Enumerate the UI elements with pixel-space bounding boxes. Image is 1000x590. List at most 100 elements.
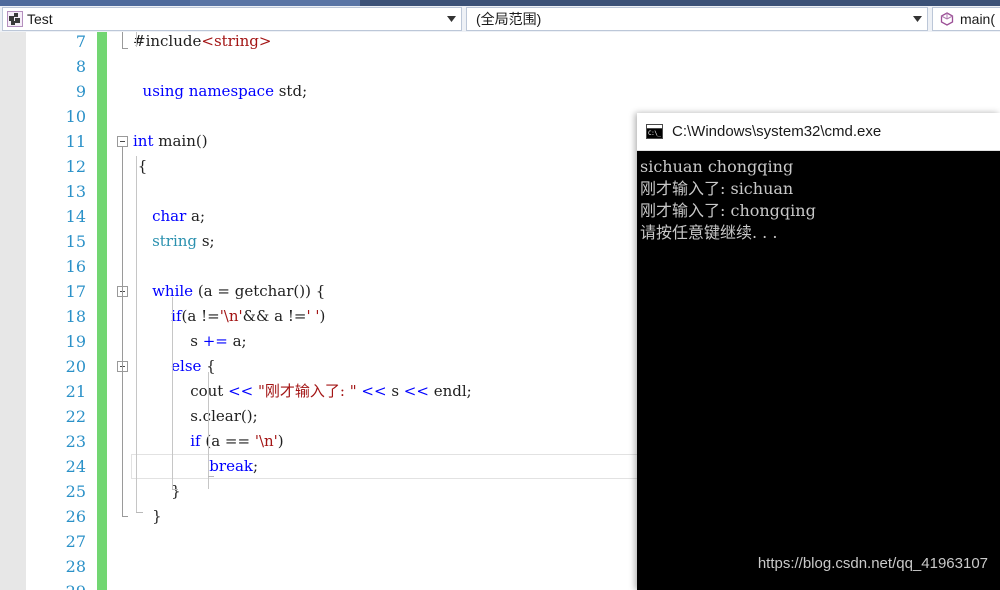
code-line[interactable]: using namespace std; [133, 79, 308, 104]
code-token: ) [277, 432, 284, 450]
line-number: 18 [65, 307, 86, 326]
line-number: 10 [65, 107, 86, 126]
code-token: } [133, 507, 162, 525]
line-number: 15 [65, 232, 86, 251]
line-number: 7 [75, 32, 86, 51]
code-token: std; [273, 82, 308, 100]
code-token: #include [133, 32, 202, 50]
code-token: s [133, 332, 203, 350]
outlining-margin[interactable] [115, 32, 133, 590]
indent-guide [208, 372, 209, 489]
vs-editor-screenshot: Test (全局范围) main( 7 8 9 10 11 12 13 14 15 16 17 18 1… [0, 0, 1000, 590]
code-line[interactable]: } [133, 504, 162, 529]
code-line[interactable]: } [133, 479, 181, 504]
editor-navigation-bar: Test (全局范围) main( [0, 6, 1000, 32]
line-number: 22 [65, 407, 86, 426]
code-line[interactable]: break; [133, 454, 258, 479]
line-number: 9 [75, 82, 86, 101]
code-line[interactable]: char a; [133, 204, 205, 229]
code-line[interactable]: else { [133, 354, 216, 379]
line-number: 17 [65, 282, 86, 301]
code-token: a; [186, 207, 206, 225]
line-number: 20 [65, 357, 86, 376]
include-region-guide [136, 32, 137, 47]
code-token: && a != [242, 307, 307, 325]
console-output-line: 刚才输入了: sichuan [640, 179, 794, 198]
code-line[interactable]: int main() [133, 129, 208, 154]
code-token: s.clear(); [133, 407, 258, 425]
global-scope-combo[interactable]: (全局范围) [466, 7, 928, 31]
line-number: 16 [65, 257, 86, 276]
project-scope-value: Test [27, 11, 53, 27]
code-line[interactable]: #include<string> [133, 32, 271, 54]
project-scope-combo[interactable]: Test [2, 7, 462, 31]
line-number: 11 [65, 132, 86, 151]
code-token: << [361, 382, 387, 400]
code-token: s; [197, 232, 215, 250]
code-token: } [133, 482, 181, 500]
fold-end-marker [122, 516, 128, 517]
code-token: a; [227, 332, 247, 350]
code-token: else [171, 357, 202, 375]
watermark-text: https://blog.csdn.net/qq_41963107 [757, 555, 988, 572]
code-token: string [152, 232, 198, 250]
console-output-line: sichuan chongqing [640, 157, 794, 176]
cmd-console-window[interactable]: C:\_ C:\Windows\system32\cmd.exe sichuan… [637, 113, 1000, 590]
code-token: endl; [428, 382, 472, 400]
indent-guide-cap [172, 489, 178, 490]
chevron-down-icon[interactable] [909, 16, 925, 22]
code-line[interactable]: s.clear(); [133, 404, 258, 429]
cmd-icon-glyph: C:\_ [647, 129, 662, 138]
gutter-gap [107, 32, 115, 590]
indent-guide [172, 297, 173, 489]
line-number: 21 [65, 382, 86, 401]
indent-guide-cap [208, 476, 214, 477]
code-token: <string> [201, 32, 272, 50]
member-scope-value: main( [960, 11, 996, 27]
code-line[interactable]: if(a !='\n'&& a !=' ') [133, 304, 325, 329]
code-line[interactable]: cout << "刚才输入了: " << s << endl; [133, 379, 472, 404]
line-number: 8 [75, 57, 86, 76]
change-tracking-bar [97, 32, 107, 590]
code-token: ; [252, 457, 259, 475]
code-token: '\n' [219, 307, 243, 325]
code-token: main() [153, 132, 208, 150]
member-scope-combo[interactable]: main( [932, 7, 1000, 31]
line-number: 14 [65, 207, 86, 226]
code-token: '\n' [254, 432, 278, 450]
code-token: (a = getchar()) { [193, 282, 326, 300]
collapse-toggle-icon[interactable] [117, 136, 128, 147]
console-output-area[interactable]: sichuan chongqing 刚才输入了: sichuan 刚才输入了: ch… [637, 151, 1000, 590]
line-number: 26 [65, 507, 86, 526]
chevron-down-icon[interactable] [443, 16, 459, 22]
global-scope-value: (全局范围) [476, 11, 542, 27]
code-token: break [209, 457, 253, 475]
indent-guide [136, 156, 137, 512]
line-number: 28 [65, 557, 86, 576]
code-token: "刚才输入了: " [253, 382, 357, 400]
method-icon [939, 11, 955, 27]
line-number: 19 [65, 332, 86, 351]
line-number: 25 [65, 482, 86, 501]
code-token: char [152, 207, 187, 225]
fold-end-marker [122, 48, 128, 49]
line-number: 12 [65, 157, 86, 176]
code-line[interactable]: while (a = getchar()) { [133, 279, 325, 304]
code-token: << [228, 382, 254, 400]
outlining-connector [122, 147, 123, 516]
breakpoint-indicator-margin[interactable] [0, 32, 26, 590]
console-title-bar[interactable]: C:\_ C:\Windows\system32\cmd.exe [637, 113, 1000, 151]
code-token: s [386, 382, 404, 400]
code-line[interactable]: string s; [133, 229, 215, 254]
code-token: ' ' [306, 307, 320, 325]
code-token: cout [133, 382, 229, 400]
code-token: += [202, 332, 228, 350]
code-token: << [403, 382, 429, 400]
code-line[interactable]: s += a; [133, 329, 247, 354]
code-token: (a != [181, 307, 220, 325]
code-token: int [133, 132, 154, 150]
line-number: 29 [26, 579, 86, 590]
